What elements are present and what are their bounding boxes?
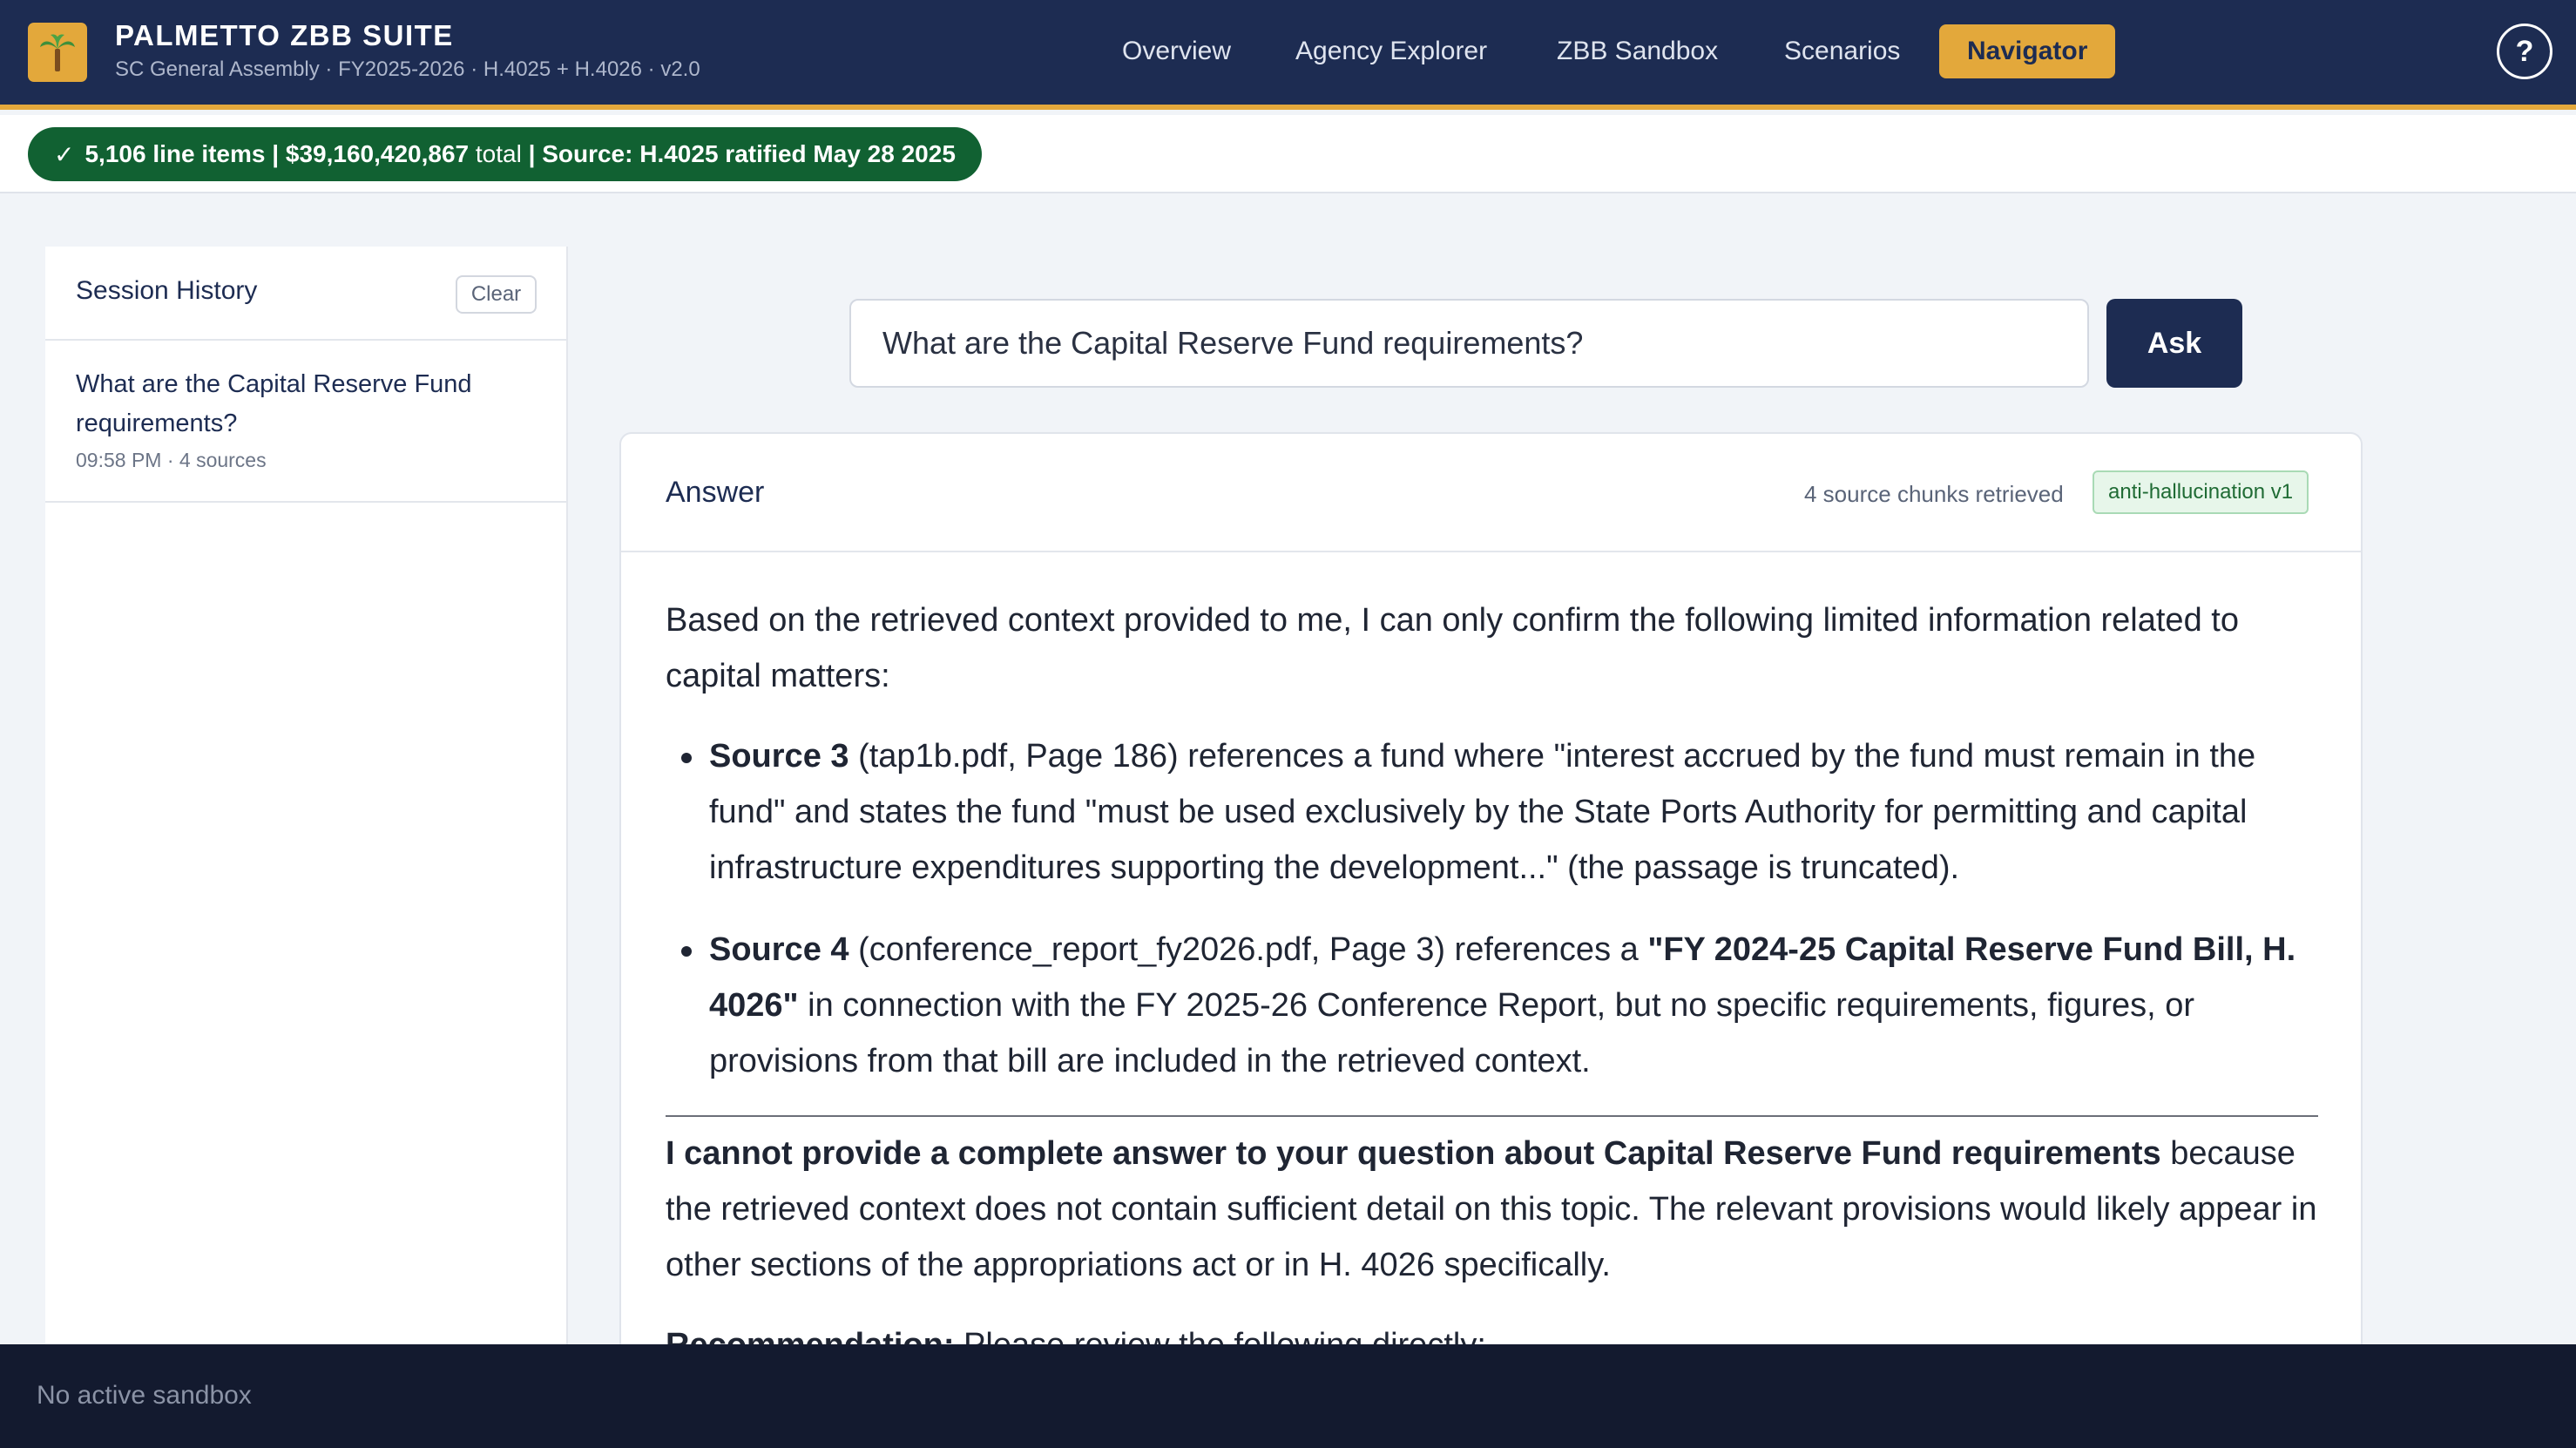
footer-bar: No active sandbox: [0, 1344, 2576, 1448]
nav-zbb-sandbox[interactable]: ZBB Sandbox: [1557, 24, 1718, 78]
history-meta: 09:58 PM · 4 sources: [76, 449, 267, 471]
brand-subtitle: SC General Assembly · FY2025-2026 · H.40…: [115, 58, 700, 81]
source-4-label: Source 4: [709, 931, 849, 968]
source-3-label: Source 3: [709, 738, 849, 775]
total-amount: $39,160,420,867: [285, 140, 470, 167]
status-separator: |: [265, 140, 286, 167]
question-input[interactable]: [849, 299, 2089, 388]
nav-scenarios[interactable]: Scenarios: [1784, 24, 1900, 78]
source-3-item: Source 3 (tap1b.pdf, Page 186) reference…: [666, 728, 2318, 896]
answer-title: Answer: [666, 476, 765, 509]
answer-intro: Based on the retrieved context provided …: [666, 602, 2239, 694]
session-history-header: Session History Clear: [45, 247, 568, 341]
session-history-panel: Session History Clear What are the Capit…: [45, 247, 568, 1346]
source-4-text-a: (conference_report_fy2026.pdf, Page 3) r…: [849, 931, 1648, 968]
source-chunks-count: 4 source chunks retrieved: [1804, 481, 2064, 507]
answer-body: Based on the retrieved context provided …: [666, 592, 2318, 1373]
source-4-item: Source 4 (conference_report_fy2026.pdf, …: [666, 922, 2318, 1089]
limitation-paragraph: I cannot provide a complete answer to yo…: [666, 1126, 2318, 1293]
check-icon: ✓: [54, 140, 75, 168]
source-label: | Source: H.4025 ratified May 28 2025: [521, 140, 956, 167]
answer-header: Answer 4 source chunks retrieved anti-ha…: [621, 434, 2361, 552]
answer-divider: [666, 1115, 2318, 1117]
ask-button[interactable]: Ask: [2106, 299, 2242, 388]
line-item-count: 5,106 line items: [85, 140, 266, 167]
data-status-badge: ✓ 5,106 line items | $39,160,420,867 tot…: [28, 127, 982, 181]
total-label: total: [469, 140, 522, 167]
source-3-text: (tap1b.pdf, Page 186) references a fund …: [709, 738, 2256, 886]
source-list: Source 3 (tap1b.pdf, Page 186) reference…: [666, 728, 2318, 1089]
answer-card: Answer 4 source chunks retrieved anti-ha…: [619, 432, 2363, 1434]
source-4-text-b: in connection with the FY 2025-26 Confer…: [709, 987, 2195, 1079]
limitation-bold: I cannot provide a complete answer to yo…: [666, 1135, 2161, 1172]
nav-navigator[interactable]: Navigator: [1939, 24, 2116, 78]
history-item[interactable]: What are the Capital Reserve Fund requir…: [45, 342, 568, 503]
anti-hallucination-badge: anti-hallucination v1: [2093, 470, 2309, 514]
top-navigation-bar: PALMETTO ZBB SUITE SC General Assembly ·…: [0, 0, 2576, 110]
sandbox-status: No active sandbox: [37, 1381, 252, 1410]
brand-title: PALMETTO ZBB SUITE: [115, 19, 454, 51]
data-status-bar: ✓ 5,106 line items | $39,160,420,867 tot…: [0, 115, 2576, 193]
nav-agency-explorer[interactable]: Agency Explorer: [1295, 24, 1487, 78]
help-icon[interactable]: ?: [2497, 24, 2552, 79]
session-history-title: Session History: [76, 276, 258, 305]
palm-tree-icon[interactable]: [28, 23, 87, 82]
clear-history-button[interactable]: Clear: [456, 275, 537, 314]
nav-overview[interactable]: Overview: [1122, 24, 1231, 78]
history-question: What are the Capital Reserve Fund requir…: [76, 370, 472, 437]
